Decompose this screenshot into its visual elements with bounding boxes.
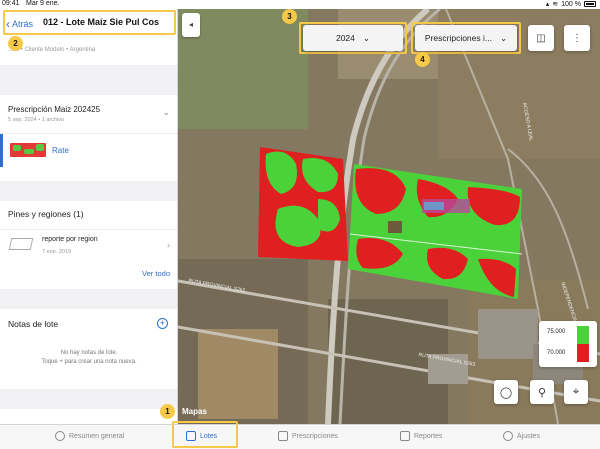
wifi-icon: ≋ — [552, 1, 559, 8]
rate-layer-row[interactable]: Rate — [0, 133, 177, 167]
chevron-down-icon: ⌄ — [162, 107, 170, 117]
tab-label: Ajustes — [517, 432, 540, 440]
pins-section-title: Pines y regiones (1) — [8, 209, 84, 219]
notes-section-title: Notas de lote — [8, 319, 59, 329]
pin-date: 7 ene. 2019 — [42, 249, 72, 255]
callout-badge-3: 3 — [282, 9, 297, 24]
pin-name: reporte por region — [42, 236, 98, 243]
year-select-value: 2024 — [335, 33, 355, 43]
map-attribution-label: Mapas — [182, 407, 207, 416]
notes-empty-line-2: Toque + para crear una nota nueva. — [41, 359, 137, 365]
prescription-card: Prescripción Maiz 202425 5 sep. 2024 • 1… — [0, 95, 177, 181]
battery-percent: 100 % — [561, 0, 581, 8]
split-view-icon: ◫ — [536, 32, 546, 44]
more-vertical-icon: ⋮ — [572, 32, 582, 44]
callout-highlight-1 — [172, 421, 238, 448]
satellite-map[interactable]: ACCESO A LEAL INDEPENDENCIA RUTA PROVINC… — [178, 9, 600, 424]
chevron-down-icon: ⌄ — [499, 32, 508, 43]
tab-reportes[interactable]: Reportes — [400, 431, 442, 441]
signal-icon: ▴ — [545, 1, 550, 8]
more-options-button[interactable]: ⋮ — [564, 25, 590, 51]
tab-prescripciones[interactable]: Prescripciones — [278, 431, 338, 441]
legend-swatch-low — [577, 344, 589, 362]
sidebar: ‹ Atrás 012 - Lote Maíz Sie Pul Cos ...l… — [0, 9, 178, 424]
region-icon — [8, 238, 34, 250]
locate-button[interactable]: ⌖ — [564, 380, 588, 404]
tab-bar: Resumen general Lotes Prescripciones Rep… — [0, 424, 600, 449]
prescription-subtitle: 5 sep. 2024 • 1 archivo — [8, 117, 65, 123]
notes-empty-state: No hay notas de lote. Toque + para crear… — [0, 349, 177, 367]
reports-icon — [400, 431, 410, 441]
tab-resumen-general[interactable]: Resumen general — [55, 431, 124, 441]
layer-select[interactable]: Prescripciones i... ⌄ — [415, 25, 517, 51]
legend-value-low: 70.000 — [547, 350, 566, 356]
callout-badge-2: 2 — [8, 36, 23, 51]
callout-highlight-2 — [3, 10, 176, 35]
add-pin-button[interactable]: ⚲ — [530, 380, 554, 404]
refresh-icon: ◯ — [499, 386, 513, 399]
collapse-sidebar-button[interactable]: ◂ — [182, 13, 200, 37]
map-imagery — [178, 9, 600, 424]
app-root: 09:41 Mar 9 ene. ▴ ≋ 100 % ‹ Atrás 012 -… — [0, 0, 600, 449]
see-all-link[interactable]: Ver todo — [142, 269, 170, 278]
chevron-down-icon: ⌄ — [362, 32, 371, 43]
notes-empty-line-1: No hay notas de lote. — [60, 350, 118, 356]
rotate-map-button[interactable]: ◯ — [494, 380, 518, 404]
status-time: 09:41 — [2, 0, 20, 7]
selected-indicator — [0, 134, 3, 167]
tab-label: Resumen general — [69, 432, 125, 440]
callout-badge-1: 1 — [160, 404, 175, 419]
year-select[interactable]: 2024 ⌄ — [303, 25, 403, 51]
map-attribution: Mapas — [182, 407, 207, 416]
pin-list-item[interactable]: reporte por region 7 ene. 2019 › — [0, 229, 177, 261]
legend-swatch-high — [577, 326, 589, 344]
prescription-title: Prescripción Maiz 202425 — [8, 105, 101, 114]
callout-badge-4: 4 — [415, 52, 430, 67]
notes-card: Notas de lote + No hay notas de lote. To… — [0, 309, 177, 389]
add-note-icon[interactable]: + — [157, 318, 168, 329]
status-bar: 09:41 Mar 9 ene. ▴ ≋ 100 % — [0, 0, 600, 9]
prescriptions-icon — [278, 431, 288, 441]
tab-label: Prescripciones — [292, 432, 338, 440]
layer-select-value: Prescripciones i... — [424, 33, 492, 43]
tab-label: Reportes — [414, 432, 443, 440]
crosshair-icon: ⌖ — [572, 385, 580, 398]
gear-icon — [503, 431, 513, 441]
rate-layer-label: Rate — [52, 146, 69, 155]
rate-map-thumbnail — [10, 143, 46, 157]
legend-value-high: 75.000 — [547, 329, 566, 335]
split-view-button[interactable]: ◫ — [528, 25, 554, 51]
sidebar-bottom-card — [0, 409, 177, 424]
status-date: Mar 9 ene. — [26, 0, 60, 7]
status-indicators: ▴ ≋ 100 % — [546, 0, 596, 8]
battery-icon — [584, 1, 596, 7]
map-legend: 75.000 70.000 — [539, 321, 597, 367]
tab-ajustes[interactable]: Ajustes — [503, 431, 540, 441]
pins-card: Pines y regiones (1) reporte por region … — [0, 201, 177, 289]
overview-icon — [55, 431, 65, 441]
chevron-right-icon: › — [167, 240, 170, 250]
pin-icon: ⚲ — [537, 386, 547, 399]
